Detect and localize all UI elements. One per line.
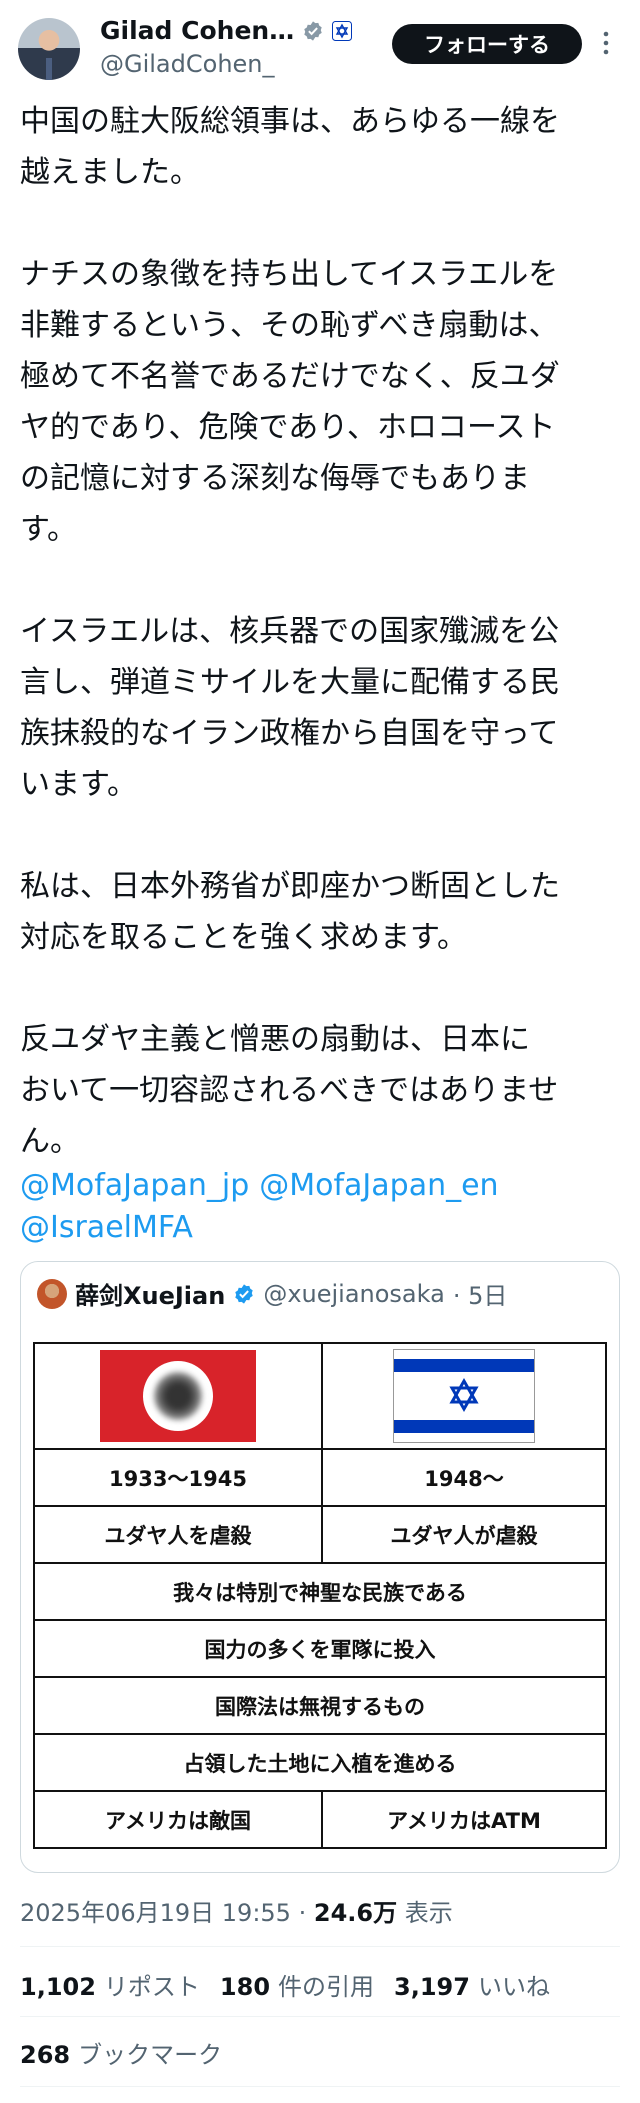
tweet-paragraph: 中国の駐大阪総領事は、あらゆる一線を 越えました。 [20,104,560,190]
quoted-header: 薛剑XueJian @xuejianosaka · 5日 [37,1276,507,1311]
quoted-handle[interactable]: @xuejianosaka [263,1280,445,1308]
divider [20,2016,620,2017]
verified-badge-icon [304,20,322,41]
reposts-stat[interactable]: 1,102 リポスト [20,1967,200,2002]
separator: · [298,1899,307,1927]
reposts-count: 1,102 [20,1973,96,2001]
likes-stat[interactable]: 3,197 いいね [394,1967,550,2002]
divider [20,2086,620,2087]
quoted-tweet[interactable]: 薛剑XueJian @xuejianosaka · 5日 1933〜1945 1… [20,1261,620,1873]
view-count: 24.6万 [313,1899,398,1927]
tweet-paragraph: イスラエルは、核兵器での国家殲滅を公 言し、弾道ミサイルを大量に配備する民 族抹… [20,614,560,802]
blurred-flag-image [100,1350,256,1442]
table-cell: ユダヤ人が虐殺 [321,1505,607,1564]
table-cell: ユダヤ人を虐殺 [33,1505,323,1564]
tweet-header: Gilad Cohen… @GiladCohen_ フォローする [0,0,640,96]
quoted-avatar[interactable] [37,1278,67,1309]
table-cell: アメリカは敵国 [33,1790,323,1849]
bookmarks-stat[interactable]: 268 ブックマーク [20,2035,222,2070]
table-cell: アメリカはATM [321,1790,607,1849]
more-options-icon[interactable] [598,28,614,58]
quotes-count: 180 [219,1973,271,2001]
quoted-time: · 5日 [452,1282,508,1310]
flag-badge-icon [332,20,353,41]
tweet-body: 中国の駐大阪総領事は、あらゆる一線を 越えました。 ナチスの象徴を持ち出してイス… [20,96,620,1218]
tweet-datetime[interactable]: 2025年06月19日 19:55 [20,1899,291,1927]
divider [20,1946,620,1947]
quoted-name[interactable]: 薛剑XueJian [75,1276,225,1311]
mention-link[interactable]: @MofaJapan_jp [20,1165,249,1207]
author-handle[interactable]: @GiladCohen_ [100,50,275,78]
quotes-label: 件の引用 [278,1973,375,2001]
reposts-label: リポスト [103,1973,200,2001]
comparison-table: 1933〜1945 1948〜 ユダヤ人を虐殺 ユダヤ人が虐殺 我々は特別で神聖… [33,1342,607,1849]
table-cell: 1948〜 [321,1448,607,1507]
likes-label: いいね [477,1973,550,2001]
tweet-paragraph: ナチスの象徴を持ち出してイスラエルを 非難するという、その恥ずべき扇動は、 極め… [20,257,560,547]
comparison-image[interactable]: 1933〜1945 1948〜 ユダヤ人を虐殺 ユダヤ人が虐殺 我々は特別で神聖… [33,1342,607,1856]
tweet-timestamp: 2025年06月19日 19:55 · 24.6万 表示 [20,1893,453,1928]
author-name-row: Gilad Cohen… [100,16,353,45]
tweet-paragraph: 反ユダヤ主義と憎悪の扇動は、日本に おいて一切容認されるべきではありませ ん。 [20,1022,559,1159]
follow-button[interactable]: フォローする [392,24,582,64]
mention-link[interactable]: @IsraelMFA [20,1207,193,1249]
flag-cell-right [321,1342,607,1450]
bookmarks-label: ブックマーク [78,2041,223,2069]
engagement-stats: 1,102 リポスト 180 件の引用 3,197 いいね [20,1967,550,2002]
verified-badge-icon [235,1283,254,1304]
mention-link[interactable]: @MofaJapan_en [259,1165,498,1207]
bookmarks-count: 268 [20,2041,71,2069]
tweet-paragraph: 私は、日本外務省が即座かつ断固とした 対応を取ることを強く求めます。 [20,869,560,955]
table-cell: 国力の多くを軍隊に投入 [33,1619,607,1678]
table-cell: 国際法は無視するもの [33,1676,607,1735]
mentions: @MofaJapan_jp @MofaJapan_en @IsraelMFA [20,1165,509,1249]
quotes-stat[interactable]: 180 件の引用 [220,1967,374,2002]
author-name[interactable]: Gilad Cohen… [100,16,294,45]
flag-cell-left [33,1342,323,1450]
israel-flag-image [393,1349,535,1443]
author-avatar[interactable] [18,18,80,80]
table-cell: 1933〜1945 [33,1448,323,1507]
likes-count: 3,197 [394,1973,470,2001]
view-label: 表示 [404,1899,453,1927]
table-cell: 占領した土地に入植を進める [33,1733,607,1792]
table-cell: 我々は特別で神聖な民族である [33,1562,607,1621]
